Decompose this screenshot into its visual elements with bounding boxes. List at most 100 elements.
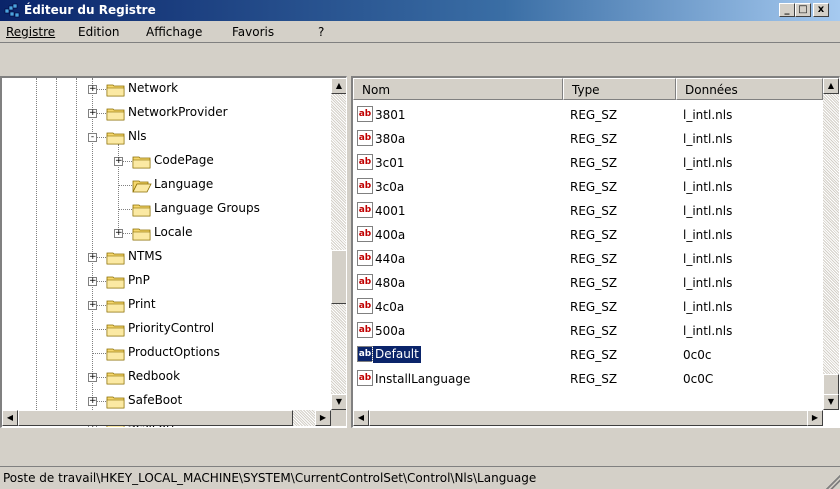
value-type: REG_SZ xyxy=(570,300,618,314)
tree-item[interactable]: + PnP xyxy=(2,270,331,294)
value-type: REG_SZ xyxy=(570,132,618,146)
column-header-name[interactable]: Nom xyxy=(353,78,563,100)
scroll-corner xyxy=(331,410,346,426)
tree-item-label: PnP xyxy=(128,273,150,287)
tree-item[interactable]: - Nls xyxy=(2,126,331,150)
string-value-icon: ab xyxy=(357,250,373,266)
close-button[interactable]: x xyxy=(813,3,829,17)
folder-icon xyxy=(132,204,151,217)
value-row[interactable]: ab 3c01 REG_SZ l_intl.nls xyxy=(353,151,823,175)
tree-item-label: ProductOptions xyxy=(128,345,220,359)
value-data: l_intl.nls xyxy=(683,276,733,290)
menu-registre-label: Registre xyxy=(6,25,56,39)
folder-icon xyxy=(106,252,125,265)
tree-branch-line xyxy=(92,353,106,354)
regedit-window: Éditeur du Registre _ □ x Registre Editi… xyxy=(0,0,840,489)
tree-item[interactable]: + NTMS xyxy=(2,246,331,270)
tree-scroll-up-button[interactable]: ▲ xyxy=(331,78,346,94)
menu-affichage[interactable]: Affichage xyxy=(146,25,202,39)
string-value-icon: ab xyxy=(357,130,373,146)
tree-branch-line xyxy=(92,329,106,330)
value-row[interactable]: ab 3801 REG_SZ l_intl.nls xyxy=(353,103,823,127)
value-row[interactable]: ab InstallLanguage REG_SZ 0c0C xyxy=(353,367,823,391)
expand-icon[interactable]: + xyxy=(88,109,97,118)
list-vertical-scrollbar[interactable]: ▲ ▼ xyxy=(823,78,839,410)
value-name: 4001 xyxy=(375,204,406,218)
value-row[interactable]: ab 4001 REG_SZ l_intl.nls xyxy=(353,199,823,223)
value-name: 3801 xyxy=(375,108,406,122)
value-name: Default xyxy=(372,345,422,364)
tree-item[interactable]: ProductOptions xyxy=(2,342,331,366)
value-name: 440a xyxy=(375,252,406,266)
expand-icon[interactable]: + xyxy=(88,397,97,406)
folder-icon xyxy=(106,396,125,409)
value-row[interactable]: ab 440a REG_SZ l_intl.nls xyxy=(353,247,823,271)
tree-vertical-scrollbar[interactable]: ▲ ▼ xyxy=(331,78,346,410)
tree-item[interactable]: + Print xyxy=(2,294,331,318)
menu-help[interactable]: ? xyxy=(318,25,324,39)
menu-help-label: ? xyxy=(318,25,325,39)
tree-item[interactable]: + Redbook xyxy=(2,366,331,390)
folder-icon xyxy=(132,228,151,241)
value-row[interactable]: ab Default REG_SZ 0c0c xyxy=(353,343,823,367)
column-header-type[interactable]: Type xyxy=(563,78,676,100)
string-value-icon: ab xyxy=(357,178,373,194)
resize-grip-icon[interactable] xyxy=(826,475,840,489)
value-data: 0c0C xyxy=(683,372,714,386)
list-horizontal-scrollbar[interactable]: ◀ ▶ xyxy=(353,410,823,426)
expand-icon[interactable]: + xyxy=(114,157,123,166)
value-data: 0c0c xyxy=(683,348,712,362)
folder-icon xyxy=(106,300,125,313)
maximize-button[interactable]: □ xyxy=(795,3,811,17)
column-header-name-label: Nom xyxy=(362,83,391,97)
expand-icon[interactable]: + xyxy=(88,373,97,382)
list-scroll-right-button[interactable]: ▶ xyxy=(807,410,823,426)
value-row[interactable]: ab 480a REG_SZ l_intl.nls xyxy=(353,271,823,295)
value-row[interactable]: ab 4c0a REG_SZ l_intl.nls xyxy=(353,295,823,319)
tree-item-label: Language Groups xyxy=(154,201,260,215)
list-scroll-thumb[interactable] xyxy=(823,374,839,396)
tree-scroll-right-button[interactable]: ▶ xyxy=(315,410,331,426)
tree-item[interactable]: + Network xyxy=(2,78,331,102)
expand-icon[interactable]: + xyxy=(88,277,97,286)
menu-edition[interactable]: Edition xyxy=(78,25,120,39)
list-hscroll-thumb[interactable] xyxy=(369,410,809,426)
maximize-icon: □ xyxy=(798,4,808,15)
column-header-data[interactable]: Données xyxy=(676,78,823,100)
list-scroll-up-button[interactable]: ▲ xyxy=(823,78,839,94)
tree-item-label: SafeBoot xyxy=(128,393,183,407)
list-scroll-left-button[interactable]: ◀ xyxy=(353,410,369,426)
expand-icon[interactable]: + xyxy=(88,85,97,94)
menu-favoris[interactable]: Favoris xyxy=(232,25,274,39)
expand-icon[interactable]: + xyxy=(88,301,97,310)
tree-item[interactable]: Language xyxy=(2,174,331,198)
value-row[interactable]: ab 500a REG_SZ l_intl.nls xyxy=(353,319,823,343)
string-value-icon: ab xyxy=(357,106,373,122)
value-row[interactable]: ab 400a REG_SZ l_intl.nls xyxy=(353,223,823,247)
collapse-icon[interactable]: - xyxy=(88,133,97,142)
tree-scroll-thumb[interactable] xyxy=(331,250,346,304)
list-scroll-down-button[interactable]: ▼ xyxy=(823,394,839,410)
tree-item[interactable]: PriorityControl xyxy=(2,318,331,342)
tree-hscroll-thumb[interactable] xyxy=(18,410,293,426)
expand-icon[interactable]: + xyxy=(114,229,123,238)
minimize-button[interactable]: _ xyxy=(779,3,795,17)
expand-icon[interactable]: + xyxy=(88,253,97,262)
key-tree-pane[interactable]: + Network + NetworkProvider - Nls + CodePage Lan… xyxy=(0,76,347,428)
values-list-pane[interactable]: Nom Type Données ab 3801 REG_SZ l_intl.nls a… xyxy=(351,76,840,428)
tree-item-label: Nls xyxy=(128,129,147,143)
tree-scroll-down-button[interactable]: ▼ xyxy=(331,394,346,410)
window-title: Éditeur du Registre xyxy=(24,3,156,17)
folder-icon xyxy=(106,324,125,337)
tree-horizontal-scrollbar[interactable]: ◀ ▶ xyxy=(2,410,331,426)
tree-item[interactable]: + NetworkProvider xyxy=(2,102,331,126)
value-row[interactable]: ab 380a REG_SZ l_intl.nls xyxy=(353,127,823,151)
menu-registre[interactable]: Registre xyxy=(6,25,55,39)
tree-item[interactable]: + CodePage xyxy=(2,150,331,174)
tree-item[interactable]: + Locale xyxy=(2,222,331,246)
value-row[interactable]: ab 3c0a REG_SZ l_intl.nls xyxy=(353,175,823,199)
title-bar[interactable]: Éditeur du Registre _ □ x xyxy=(0,0,840,21)
tree-scroll-left-button[interactable]: ◀ xyxy=(2,410,18,426)
tree-item[interactable]: Language Groups xyxy=(2,198,331,222)
tree-branch-line xyxy=(118,209,132,210)
